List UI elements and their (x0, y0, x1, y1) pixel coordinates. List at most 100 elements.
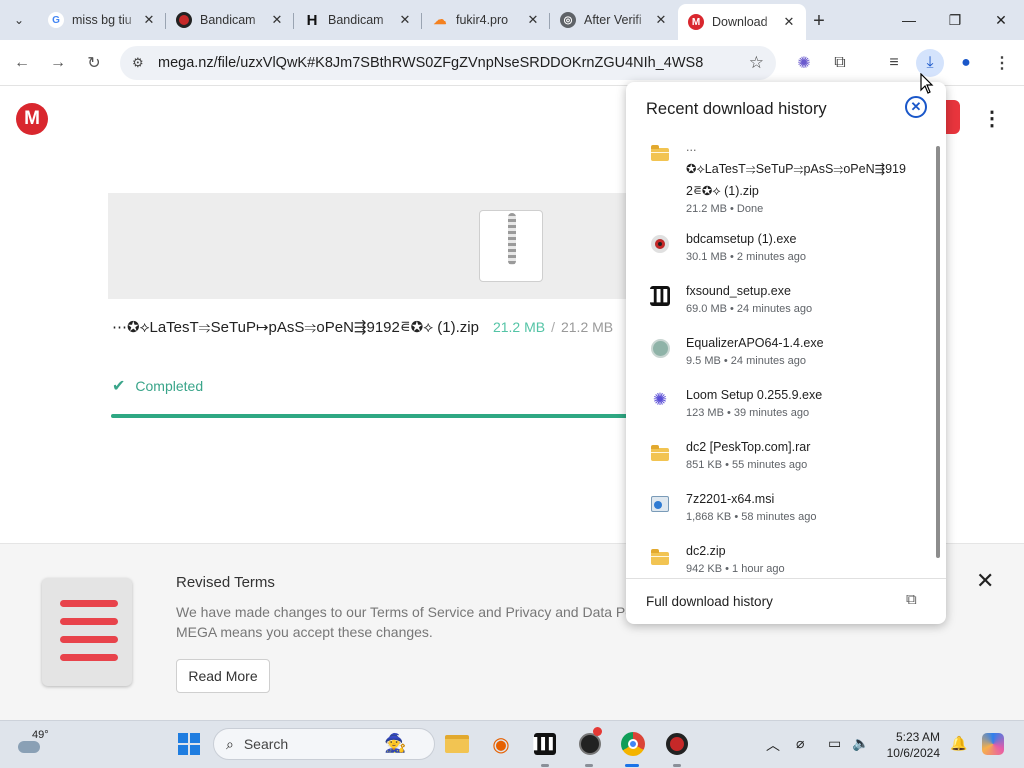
url-text[interactable]: mega.nz/file/uzxVlQwK#K8Jm7SBthRWS0ZFgZV… (158, 55, 703, 71)
close-icon[interactable]: ✕ (652, 11, 670, 29)
show-hidden-icons-chevron-icon[interactable]: ︿ (766, 735, 780, 755)
download-item-4[interactable]: ✺ Loom Setup 0.255.9.exe 123 MB • 39 min… (626, 386, 936, 430)
h-icon: H (306, 11, 318, 29)
tab-4[interactable]: ◎ After Verifi ✕ (550, 4, 678, 36)
search-icon: ⌕ (226, 735, 234, 752)
reload-button[interactable]: ↻ (80, 49, 108, 77)
display-icon[interactable]: ▭ (828, 735, 841, 752)
download-name: fxsound_setup.exe (686, 284, 791, 298)
download-name: EqualizerAPO64-1.4.exe (686, 336, 824, 350)
clock[interactable]: 5:23 AM 10/6/2024 (876, 729, 940, 761)
zip-file-icon (479, 210, 543, 282)
download-item-1[interactable]: bdcamsetup (1).exe 30.1 MB • 2 minutes a… (626, 230, 936, 274)
volume-icon[interactable]: 🔈 (852, 735, 869, 752)
close-icon[interactable]: ✕ (396, 11, 414, 29)
copilot-icon[interactable] (978, 729, 1008, 759)
back-button[interactable]: ← (8, 49, 36, 77)
tab-search-chevron-icon[interactable]: ⌄ (6, 7, 32, 33)
running-indicator (585, 764, 593, 767)
download-history-popup: Recent download history ✕ ... ✪⟡LaTesT⥤S… (626, 82, 946, 624)
close-icon[interactable]: ✕ (905, 96, 927, 118)
close-icon[interactable]: ✕ (976, 568, 994, 594)
download-item-0[interactable]: ... ✪⟡LaTesT⥤SeTuP⥤pAsS⥤oPeN⇶919 2⋷✪⟡ (1… (626, 136, 936, 218)
tab-title: After Verifi (584, 13, 642, 27)
mouse-cursor-icon (920, 73, 934, 94)
tab-list: Gmiss bg tiu ✕ Bandicam ✕ H Bandicam ✕ ☁ fuki… (38, 4, 806, 40)
file-preview-area (108, 193, 628, 299)
fxsound-taskbar-icon[interactable]: ▌▌▌ (530, 729, 560, 759)
restore-button[interactable]: ❐ (932, 0, 978, 40)
page-menu-icon[interactable]: ⋮ (982, 106, 1002, 132)
notification-bell-icon[interactable]: 🔔 (950, 735, 967, 752)
network-icon[interactable]: ⌀ (796, 735, 804, 752)
download-item-6[interactable]: 7z2201-x64.msi 1,868 KB • 58 minutes ago (626, 490, 936, 534)
extensions-puzzle-icon[interactable]: ⧉ (826, 49, 854, 77)
downloaded-size: 21.2 MB (492, 319, 546, 335)
obs-icon[interactable] (575, 727, 605, 759)
close-icon[interactable]: ✕ (140, 11, 158, 29)
download-item-7[interactable]: dc2.zip 942 KB • 1 hour ago (626, 542, 936, 578)
active-indicator (625, 764, 639, 767)
terms-text-line-1: We have made changes to our Terms of Ser… (176, 604, 626, 620)
date: 10/6/2024 (886, 746, 940, 760)
tab-2[interactable]: H Bandicam ✕ (294, 4, 422, 36)
read-more-button[interactable]: Read More (176, 659, 270, 693)
tab-title: Bandicam (200, 13, 256, 27)
taskbar-search[interactable]: ⌕ Search 🧙 (213, 728, 435, 760)
download-meta: 942 KB • 1 hour ago (686, 563, 785, 575)
search-highlight-icon: 🧙 (384, 733, 407, 753)
close-window-button[interactable]: ✕ (978, 0, 1024, 40)
size-separator: / (551, 319, 555, 335)
media-control-icon[interactable]: ≡ (880, 49, 908, 77)
file-info-row: ⋯✪⟡LaTesT⥤SeTuP↦pAsS⥤oPeN⇶9192⋷✪⟡ (1).zi… (112, 318, 628, 342)
chrome-icon[interactable] (618, 729, 648, 759)
running-indicator (541, 764, 549, 767)
terms-text: We have made changes to our Terms of Ser… (176, 602, 626, 642)
close-icon[interactable]: ✕ (780, 13, 798, 31)
download-history-title: Recent download history (646, 100, 827, 118)
close-icon[interactable]: ✕ (524, 11, 542, 29)
cloudflare-icon: ☁ (433, 12, 447, 27)
windows-start-icon[interactable] (174, 729, 204, 759)
cloud-icon (18, 741, 40, 753)
profile-avatar-icon[interactable]: ● (952, 49, 980, 77)
firefox-icon[interactable]: ◉ (486, 729, 516, 759)
mega-logo[interactable]: M (16, 103, 48, 135)
minimize-button[interactable]: — (886, 0, 932, 40)
fxsound-icon: ▌▌▌ (650, 286, 671, 306)
msi-icon (650, 494, 670, 514)
bandicam-icon (650, 234, 670, 254)
download-meta: 21.2 MB • Done (686, 203, 764, 215)
tab-5-active[interactable]: M Download ✕ (678, 4, 806, 40)
browser-menu-icon[interactable]: ⋮ (988, 49, 1016, 77)
mega-icon: M (688, 14, 704, 30)
bandicam-taskbar-icon[interactable] (662, 729, 692, 759)
new-tab-button[interactable]: + (806, 8, 832, 34)
full-download-history-link[interactable]: Full download history (646, 594, 773, 609)
bandicam-icon (176, 12, 192, 28)
open-external-icon[interactable]: ⧉ (906, 591, 917, 608)
download-name: Loom Setup 0.255.9.exe (686, 388, 823, 402)
site-info-icon[interactable]: ⚙ (132, 55, 148, 71)
tab-1[interactable]: Bandicam ✕ (166, 4, 294, 36)
download-item-5[interactable]: dc2 [PeskTop.com].rar 851 KB • 55 minute… (626, 438, 936, 482)
download-meta: 851 KB • 55 minutes ago (686, 459, 808, 471)
tab-0[interactable]: Gmiss bg tiu ✕ (38, 4, 166, 36)
download-meta: 30.1 MB • 2 minutes ago (686, 251, 807, 263)
tab-title: miss bg tiu (72, 13, 132, 27)
download-item-2[interactable]: ▌▌▌ fxsound_setup.exe 69.0 MB • 24 minut… (626, 282, 936, 326)
bookmark-star-icon[interactable]: ☆ (749, 53, 764, 73)
extension-gear-icon[interactable]: ✺ (790, 49, 818, 77)
close-icon[interactable]: ✕ (268, 11, 286, 29)
file-explorer-icon[interactable] (442, 729, 472, 759)
download-name-line-1: ... (686, 140, 697, 154)
tab-title: Bandicam (328, 13, 384, 27)
download-item-3[interactable]: EqualizerAPO64-1.4.exe 9.5 MB • 24 minut… (626, 334, 936, 378)
address-bar[interactable]: ⚙ mega.nz/file/uzxVlQwK#K8Jm7SBthRWS0ZFg… (120, 46, 776, 80)
forward-button[interactable]: → (44, 49, 72, 77)
total-size: 21.2 MB (560, 319, 614, 335)
tab-3[interactable]: ☁ fukir4.pro ✕ (422, 4, 550, 36)
download-list-scrollbar[interactable] (936, 146, 940, 558)
download-history-footer[interactable]: Full download history ⧉ (626, 578, 946, 624)
search-placeholder: Search (243, 736, 289, 752)
